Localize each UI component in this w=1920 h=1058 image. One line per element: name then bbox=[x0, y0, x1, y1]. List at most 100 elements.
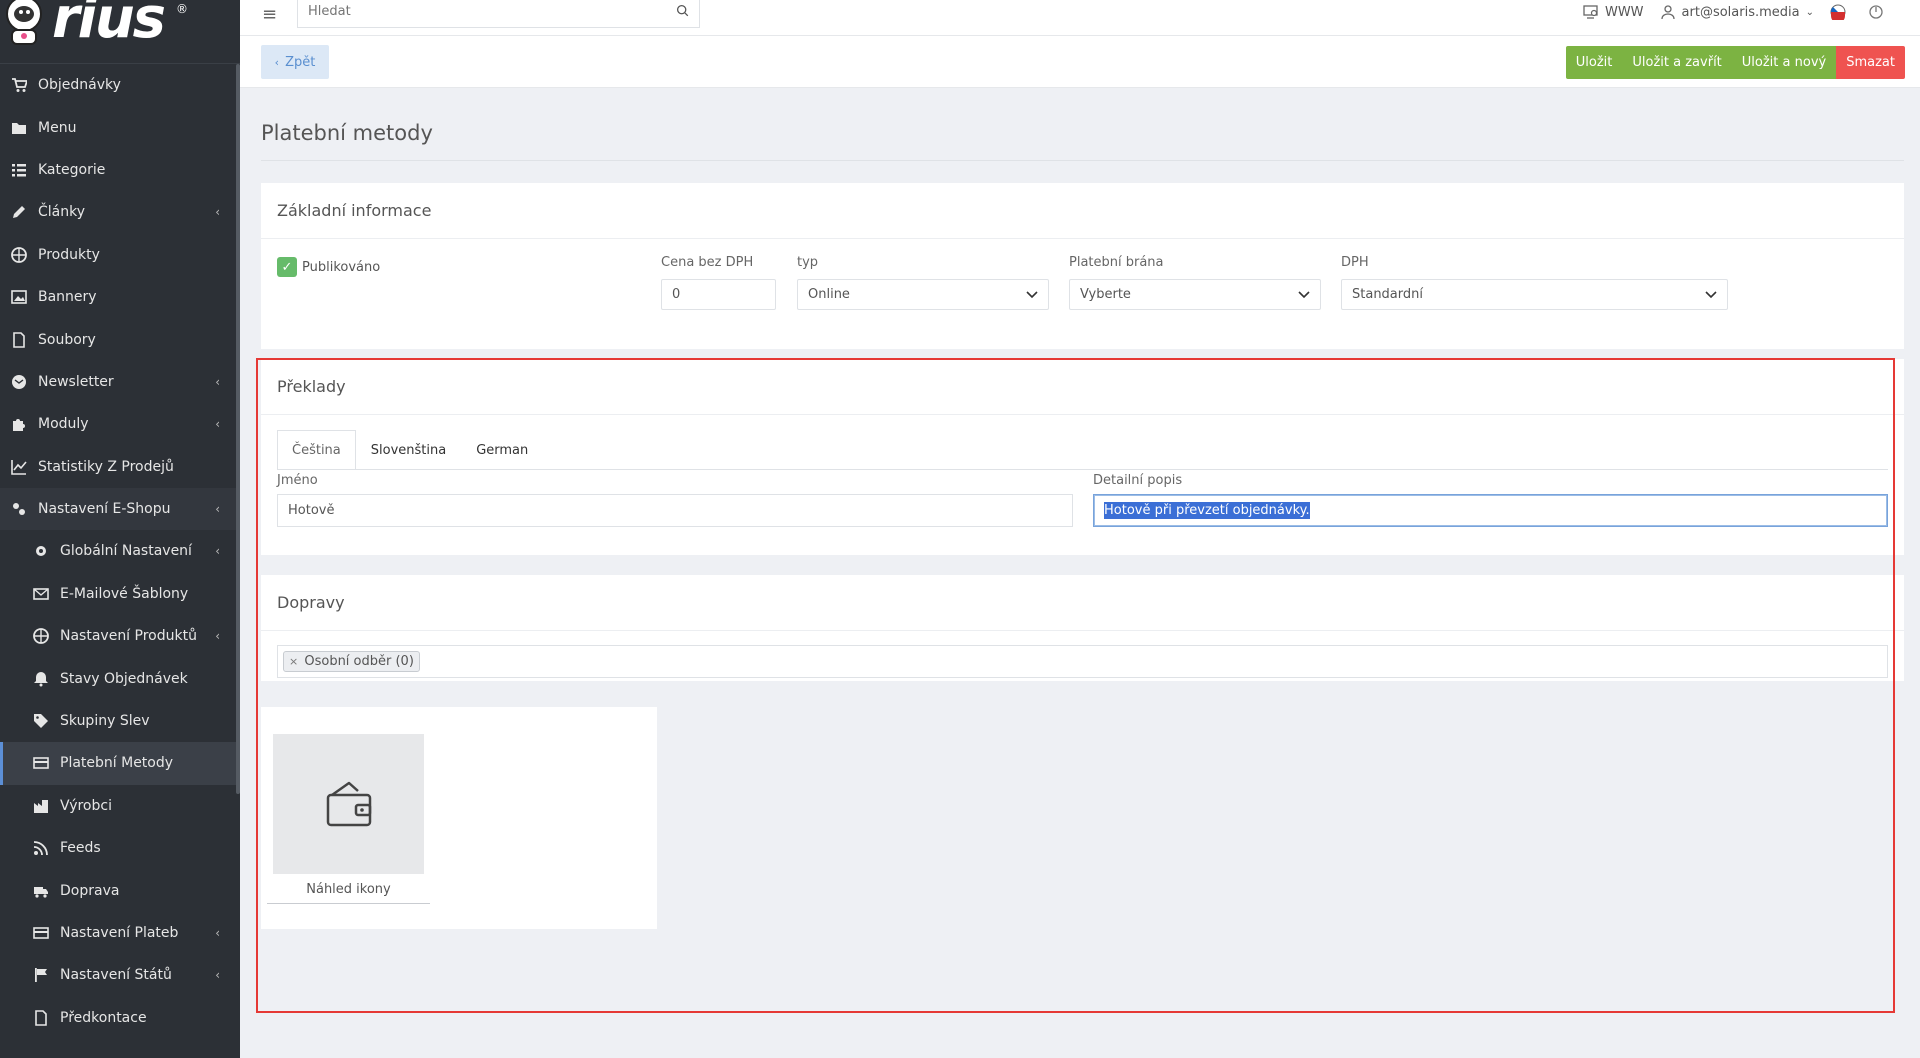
settings-shop-icon bbox=[10, 500, 28, 518]
language-flag-icon[interactable] bbox=[1830, 4, 1852, 20]
price-label: Cena bez DPH bbox=[661, 255, 754, 270]
tag-remove-icon[interactable]: × bbox=[289, 655, 298, 668]
sidebar-item-label: Platební Metody bbox=[60, 755, 174, 772]
sidebar-item-objednávky[interactable]: Objednávky bbox=[0, 64, 240, 106]
sidebar-item-soubory[interactable]: Soubory bbox=[0, 318, 240, 360]
name-input[interactable]: Hotově bbox=[277, 494, 1073, 527]
sidebar-item-články[interactable]: Články ‹ bbox=[0, 191, 240, 233]
list-icon bbox=[10, 161, 28, 179]
icon-preview-caption: Náhled ikony bbox=[267, 882, 430, 904]
shipping-heading: Dopravy bbox=[261, 575, 1904, 631]
tab-slovenstina[interactable]: Slovenština bbox=[356, 430, 461, 470]
sidebar-item-globální-nastavení[interactable]: Globální Nastavení ‹ bbox=[0, 530, 240, 572]
search-input[interactable] bbox=[308, 4, 668, 19]
chevron-left-icon: ‹ bbox=[274, 55, 280, 69]
sidebar-item-doprava[interactable]: Doprava bbox=[0, 869, 240, 911]
chevron-down-icon: ⌄ bbox=[1805, 6, 1814, 18]
name-value: Hotově bbox=[288, 503, 335, 518]
sidebar-item-stavy-objednávek[interactable]: Stavy Objednávek bbox=[0, 657, 240, 699]
sidebar-item-label: Skupiny Slev bbox=[60, 713, 150, 730]
price-input[interactable]: 0 bbox=[661, 279, 776, 310]
sidebar-item-label: Nastavení E-Shopu bbox=[38, 501, 171, 518]
save-new-button[interactable]: Uložit a nový bbox=[1731, 46, 1837, 79]
www-link[interactable]: WWW bbox=[1583, 4, 1644, 20]
sidebar-item-label: Newsletter bbox=[38, 373, 114, 390]
sidebar-item-label: Statistiky Z Prodejů bbox=[38, 458, 174, 475]
sidebar-item-label: Články bbox=[38, 204, 86, 221]
sidebar-item-předkontace[interactable]: Předkontace bbox=[0, 997, 240, 1039]
sidebar-item-bannery[interactable]: Bannery bbox=[0, 276, 240, 318]
puzzle-icon bbox=[10, 415, 28, 433]
gateway-value: Vyberte bbox=[1080, 287, 1131, 302]
sidebar-item-nastavení-produktů[interactable]: Nastavení Produktů ‹ bbox=[0, 615, 240, 657]
sidebar-item-výrobci[interactable]: Výrobci bbox=[0, 785, 240, 827]
shipping-tag-input[interactable]: × Osobní odběr (0) bbox=[277, 645, 1888, 678]
save-button[interactable]: Uložit bbox=[1565, 46, 1623, 79]
astronaut-mascot-icon bbox=[6, 0, 42, 45]
chart-line-icon bbox=[10, 458, 28, 476]
type-select[interactable]: Online bbox=[797, 279, 1049, 310]
hamburger-menu-icon[interactable]: ≡ bbox=[262, 4, 277, 25]
user-icon bbox=[1660, 5, 1675, 20]
tab-cestina[interactable]: Čeština bbox=[277, 430, 356, 470]
vat-label: DPH bbox=[1341, 255, 1369, 270]
name-label: Jméno bbox=[277, 473, 318, 488]
sidebar-item-platební-metody[interactable]: Platební Metody bbox=[0, 742, 240, 785]
sidebar-nav: Objednávky Menu Kategorie Články ‹ Produkty Ba… bbox=[0, 64, 240, 1039]
sidebar-item-label: Doprava bbox=[60, 882, 120, 899]
sidebar-item-moduly[interactable]: Moduly ‹ bbox=[0, 403, 240, 445]
search-icon[interactable] bbox=[676, 4, 689, 21]
sidebar-item-label: Objednávky bbox=[38, 77, 121, 94]
wallet-icon bbox=[326, 781, 371, 827]
sidebar-item-e-mailové-šablony[interactable]: E-Mailové Šablony bbox=[0, 573, 240, 615]
back-button[interactable]: ‹ Zpět bbox=[261, 45, 329, 79]
sidebar-item-nastavení-e-shopu[interactable]: Nastavení E-Shopu ‹ bbox=[0, 487, 240, 531]
sidebar-item-label: E-Mailové Šablony bbox=[60, 585, 189, 602]
flag-icon bbox=[32, 966, 50, 984]
sidebar-item-label: Kategorie bbox=[38, 161, 106, 178]
sidebar-item-label: Nastavení Produktů bbox=[60, 628, 197, 645]
sidebar-item-label: Nastavení Plateb bbox=[60, 925, 179, 941]
vat-select[interactable]: Standardní bbox=[1341, 279, 1728, 310]
description-value: Hotově při převzetí objednávky. bbox=[1104, 502, 1310, 519]
logo-text: rius bbox=[52, 0, 166, 51]
monitor-search-icon bbox=[1583, 5, 1598, 19]
sidebar-item-skupiny-slev[interactable]: Skupiny Slev bbox=[0, 700, 240, 742]
sidebar-item-label: Výrobci bbox=[60, 797, 112, 814]
sidebar-item-menu[interactable]: Menu bbox=[0, 106, 240, 148]
topbar: ≡ WWW art@solaris.media ⌄ bbox=[240, 0, 1920, 36]
tab-german[interactable]: German bbox=[461, 430, 543, 470]
power-icon[interactable] bbox=[1868, 4, 1890, 20]
sidebar-item-label: Feeds bbox=[60, 840, 101, 857]
delete-button[interactable]: Smazat bbox=[1836, 46, 1905, 79]
sidebar-item-label: Produkty bbox=[38, 246, 100, 263]
sidebar-item-kategorie[interactable]: Kategorie bbox=[0, 149, 240, 191]
sidebar-item-produkty[interactable]: Produkty bbox=[0, 234, 240, 276]
description-input[interactable]: Hotově při převzetí objednávky. bbox=[1093, 494, 1888, 527]
chevron-left-icon: ‹ bbox=[215, 374, 220, 389]
sidebar-item-label: Soubory bbox=[38, 331, 96, 348]
sidebar-item-feeds[interactable]: Feeds bbox=[0, 827, 240, 869]
file-icon bbox=[32, 1009, 50, 1027]
user-email: art@solaris.media bbox=[1681, 4, 1800, 20]
chevron-left-icon: ‹ bbox=[215, 544, 220, 559]
gateway-select[interactable]: Vyberte bbox=[1069, 279, 1321, 310]
sidebar-item-statistiky-z-prodejů[interactable]: Statistiky Z Prodejů bbox=[0, 446, 240, 488]
translations-panel: Překlady Čeština Slovenština German Jmén… bbox=[261, 359, 1904, 555]
sidebar-item-label: Nastavení Států bbox=[60, 967, 172, 984]
shipping-panel: Dopravy × Osobní odběr (0) bbox=[261, 575, 1904, 681]
bell-icon bbox=[32, 670, 50, 688]
save-close-button[interactable]: Uložit a zavřít bbox=[1622, 46, 1732, 79]
sidebar-item-nastavení-plateb[interactable]: Nastavení Plateb ‹ bbox=[0, 912, 240, 954]
brand-logo[interactable]: rius ® bbox=[0, 0, 240, 64]
icon-preview-box[interactable] bbox=[273, 734, 424, 874]
user-menu[interactable]: art@solaris.media ⌄ bbox=[1660, 4, 1814, 20]
published-checkbox[interactable]: ✓ Publikováno bbox=[277, 257, 380, 277]
basketball-icon bbox=[10, 246, 28, 264]
image-icon bbox=[10, 288, 28, 306]
pencil-icon bbox=[10, 203, 28, 221]
sidebar-item-newsletter[interactable]: Newsletter ‹ bbox=[0, 361, 240, 403]
shipping-tag-label: Osobní odběr (0) bbox=[304, 654, 414, 669]
type-label: typ bbox=[797, 255, 819, 270]
sidebar-item-nastavení-států[interactable]: Nastavení Států ‹ bbox=[0, 954, 240, 996]
